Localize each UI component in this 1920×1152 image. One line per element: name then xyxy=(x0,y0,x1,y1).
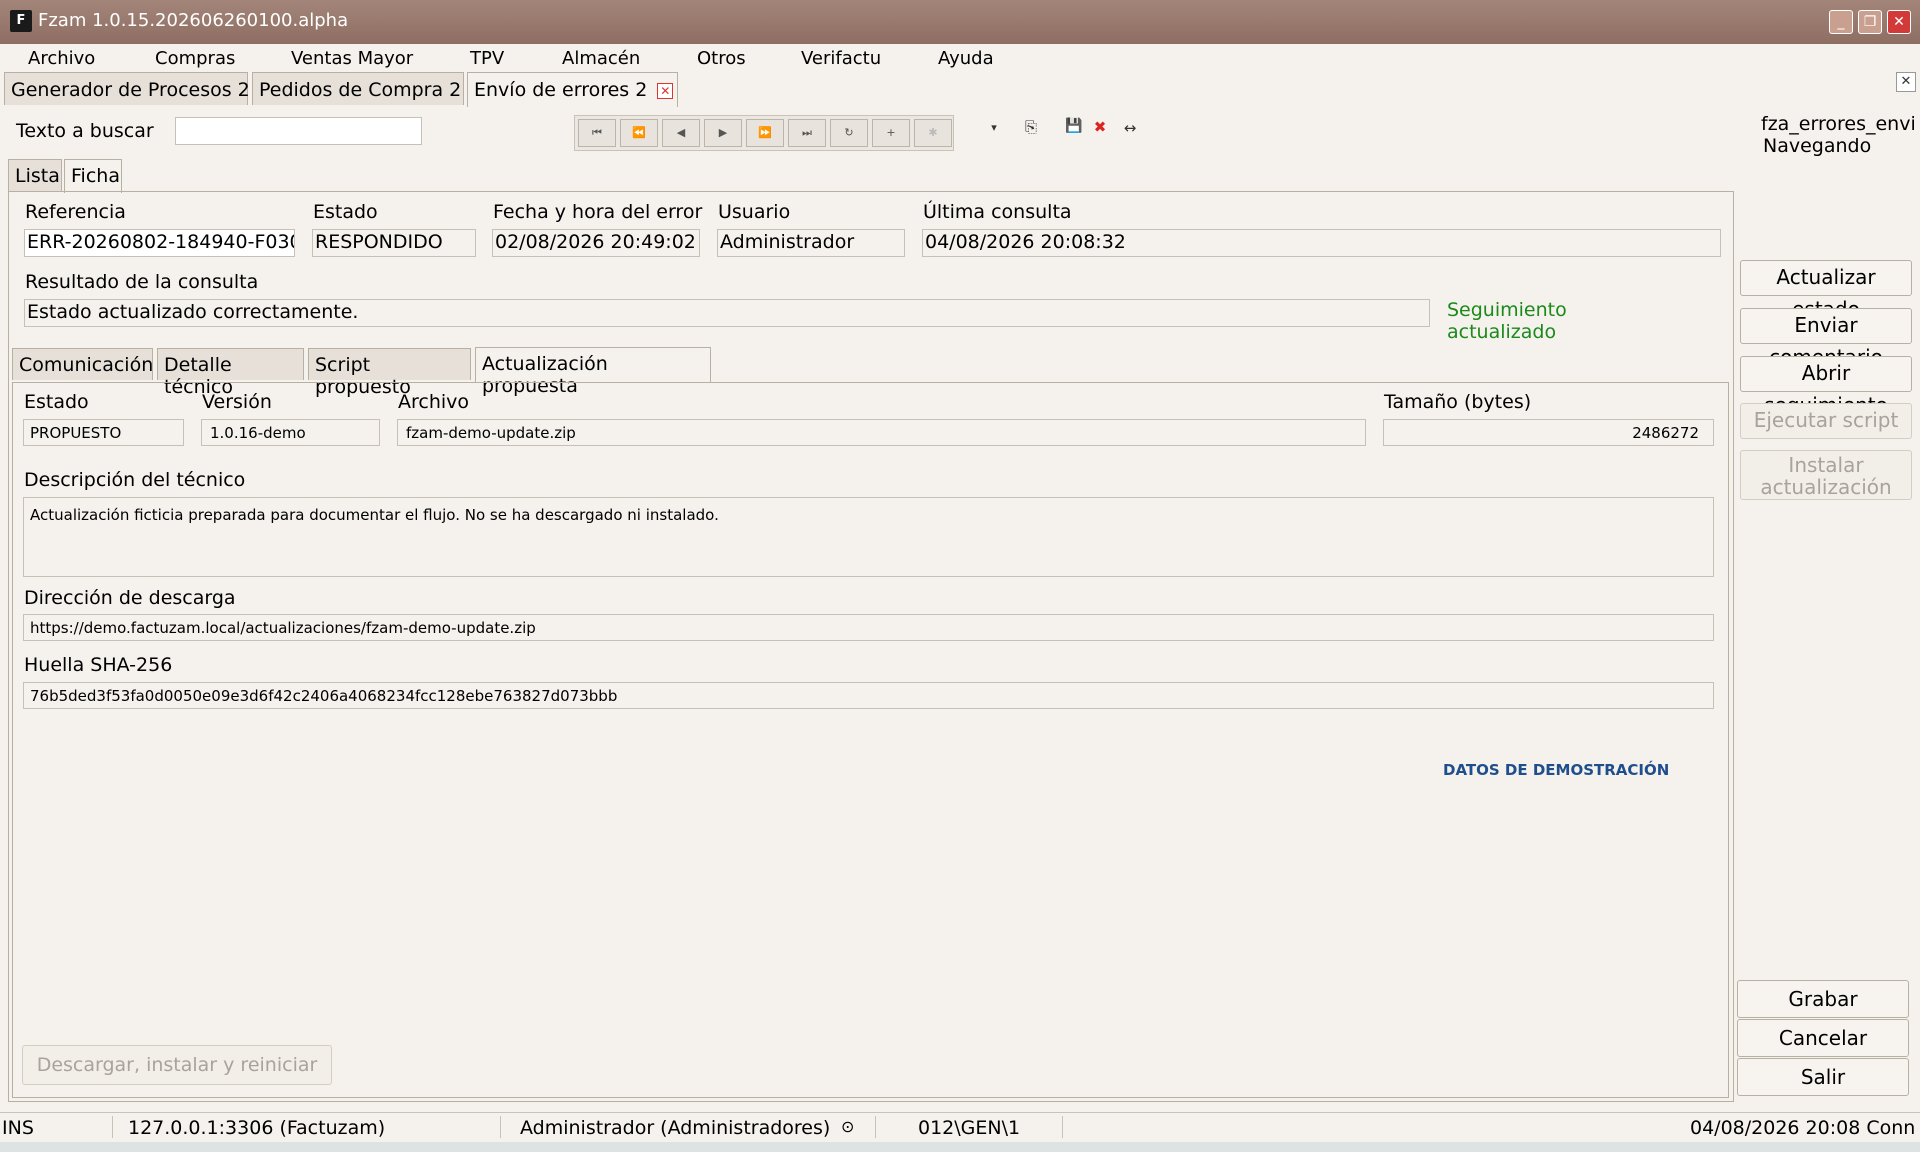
menu-ayuda[interactable]: Ayuda xyxy=(938,48,994,69)
status-separator xyxy=(500,1116,501,1138)
close-window-button[interactable]: ✕ xyxy=(1887,10,1911,34)
cancelar-button[interactable]: Cancelar xyxy=(1737,1019,1909,1057)
update-estado-label: Estado xyxy=(24,391,89,413)
edit-button[interactable]: ✱ xyxy=(914,119,952,147)
panel-close-icon[interactable]: ✕ xyxy=(1896,72,1916,92)
referencia-field[interactable]: ERR-20260802-184940-F030 xyxy=(24,229,295,257)
delete-icon[interactable]: ✖ xyxy=(1091,118,1109,136)
demo-data-note: DATOS DE DEMOSTRACIÓN xyxy=(1443,761,1670,779)
menu-verifactu[interactable]: Verifactu xyxy=(801,48,881,69)
copy-icon[interactable]: ⎘ xyxy=(1022,118,1040,136)
salir-button[interactable]: Salir xyxy=(1737,1058,1909,1096)
mode-status: Navegando xyxy=(1763,135,1872,157)
ultima-consulta-label: Última consulta xyxy=(923,201,1072,223)
menu-tpv[interactable]: TPV xyxy=(470,48,504,69)
insert-button[interactable]: + xyxy=(872,119,910,147)
tab-detalle-tecnico[interactable]: Detalle técnico xyxy=(157,348,304,398)
prev-page-button[interactable]: ⏪ xyxy=(620,119,658,147)
tab-ficha[interactable]: Ficha xyxy=(64,159,122,193)
menu-archivo[interactable]: Archivo xyxy=(28,48,95,69)
refresh-button[interactable]: ↻ xyxy=(830,119,868,147)
usuario-label: Usuario xyxy=(718,201,791,223)
status-path: 012\GEN\1 xyxy=(918,1117,1021,1139)
minimize-button[interactable]: _ xyxy=(1829,10,1853,34)
search-label: Texto a buscar xyxy=(16,120,154,142)
huella-label: Huella SHA-256 xyxy=(24,654,173,676)
last-record-button[interactable]: ⏭ xyxy=(788,119,826,147)
menu-almacen[interactable]: Almacén xyxy=(562,48,640,69)
seguimiento-status-line2: actualizado xyxy=(1447,321,1557,343)
resultado-label: Resultado de la consulta xyxy=(25,271,259,293)
status-connection: 127.0.0.1:3306 (Factuzam) xyxy=(128,1117,386,1139)
maximize-button[interactable]: ❐ xyxy=(1858,10,1882,34)
resultado-field: Estado actualizado correctamente. xyxy=(24,299,1430,327)
instalar-line1: Instalar xyxy=(1788,453,1864,477)
tamano-field: 2486272 xyxy=(1383,419,1714,446)
actualizacion-panel xyxy=(12,382,1729,1098)
tab-envio-errores[interactable]: Envío de errores 2 ✕ xyxy=(467,72,678,107)
archivo-label: Archivo xyxy=(398,391,470,413)
menu-otros[interactable]: Otros xyxy=(697,48,746,69)
actualizar-estado-button[interactable]: Actualizar estado xyxy=(1740,260,1912,321)
direccion-label: Dirección de descarga xyxy=(24,587,236,609)
fecha-field: 02/08/2026 20:49:02 xyxy=(492,229,700,257)
table-name: fza_errores_envi xyxy=(1761,113,1916,135)
resize-icon[interactable]: ↔ xyxy=(1121,119,1139,137)
descripcion-label: Descripción del técnico xyxy=(24,469,246,491)
estado-field: RESPONDIDO xyxy=(312,229,476,257)
close-icon[interactable]: ✕ xyxy=(657,82,674,99)
dropdown-arrow-icon[interactable]: ▾ xyxy=(985,121,1003,134)
status-separator xyxy=(112,1116,113,1138)
direccion-field: https://demo.factuzam.local/actualizacio… xyxy=(23,614,1714,641)
first-record-button[interactable]: ⏮ xyxy=(578,119,616,147)
record-navigator: ⏮ ⏪ ◀ ▶ ⏩ ⏭ ↻ + ✱ xyxy=(574,115,954,151)
tab-pedidos-compra[interactable]: Pedidos de Compra 2 xyxy=(252,72,464,105)
update-estado-field: PROPUESTO xyxy=(23,419,184,446)
app-icon: F xyxy=(10,10,32,32)
estado-label: Estado xyxy=(313,201,378,223)
tab-script-propuesto[interactable]: Script propuesto xyxy=(308,348,471,398)
enviar-comentario-button[interactable]: Enviar comentario xyxy=(1740,308,1912,369)
instalar-actualizacion-button[interactable]: Instalar actualización xyxy=(1740,450,1912,500)
install-restart-button[interactable]: Descargar, instalar y reiniciar xyxy=(22,1045,332,1085)
version-label: Versión xyxy=(202,391,272,413)
status-datetime: 04/08/2026 20:08 Conn xyxy=(1690,1117,1916,1139)
status-user: Administrador (Administradores) xyxy=(520,1117,831,1139)
descripcion-field: Actualización ficticia preparada para do… xyxy=(23,497,1714,577)
menu-ventas-mayor[interactable]: Ventas Mayor xyxy=(291,48,413,69)
ejecutar-script-button[interactable]: Ejecutar script xyxy=(1740,403,1912,439)
tab-actualizacion-propuesta[interactable]: Actualización propuesta xyxy=(475,347,711,397)
status-mode: INS xyxy=(2,1117,34,1139)
grabar-button[interactable]: Grabar xyxy=(1737,980,1909,1018)
huella-field: 76b5ded3f53fa0d0050e09e3d6f42c2406a40682… xyxy=(23,682,1714,709)
save-icon[interactable]: 💾 xyxy=(1065,118,1083,134)
tamano-label: Tamaño (bytes) xyxy=(1384,391,1532,413)
referencia-label: Referencia xyxy=(25,201,126,223)
seguimiento-status: Seguimiento xyxy=(1447,299,1567,321)
instalar-line2: actualización xyxy=(1760,475,1892,499)
tab-generador-procesos[interactable]: Generador de Procesos 2 xyxy=(4,72,250,105)
next-record-button[interactable]: ▶ xyxy=(704,119,742,147)
fecha-label: Fecha y hora del error xyxy=(493,201,703,223)
menu-bar: Archivo Compras Ventas Mayor TPV Almacén… xyxy=(0,44,1920,72)
status-separator xyxy=(875,1116,876,1138)
tab-envio-errores-label: Envío de errores 2 xyxy=(474,79,648,101)
taskbar-strip xyxy=(0,1142,1920,1152)
menu-compras[interactable]: Compras xyxy=(155,48,235,69)
prev-record-button[interactable]: ◀ xyxy=(662,119,700,147)
abrir-seguimiento-button[interactable]: Abrir seguimiento xyxy=(1740,356,1912,417)
tab-lista[interactable]: Lista xyxy=(8,159,62,191)
user-icon: ⊙ xyxy=(841,1117,855,1136)
status-separator xyxy=(1062,1116,1063,1138)
tab-comunicacion[interactable]: Comunicación xyxy=(12,348,153,380)
usuario-field: Administrador xyxy=(717,229,905,257)
next-page-button[interactable]: ⏩ xyxy=(746,119,784,147)
archivo-field: fzam-demo-update.zip xyxy=(397,419,1366,446)
window-title: Fzam 1.0.15.202606260100.alpha xyxy=(38,10,349,31)
version-field: 1.0.16-demo xyxy=(201,419,380,446)
search-input[interactable] xyxy=(175,117,422,145)
title-bar: F Fzam 1.0.15.202606260100.alpha _ ❐ ✕ xyxy=(0,0,1920,44)
status-bar: INS 127.0.0.1:3306 (Factuzam) Administra… xyxy=(0,1112,1920,1142)
ultima-consulta-field: 04/08/2026 20:08:32 xyxy=(922,229,1721,257)
